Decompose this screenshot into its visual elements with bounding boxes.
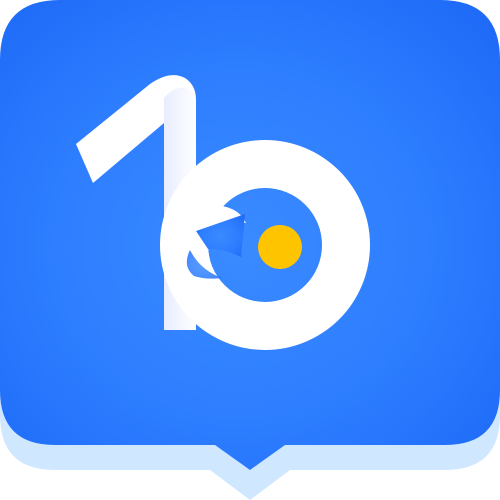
accent-dot-icon (258, 225, 302, 269)
app-icon-canvas (0, 0, 500, 500)
app-logo-icon (0, 0, 500, 500)
tile-body (0, 0, 500, 470)
